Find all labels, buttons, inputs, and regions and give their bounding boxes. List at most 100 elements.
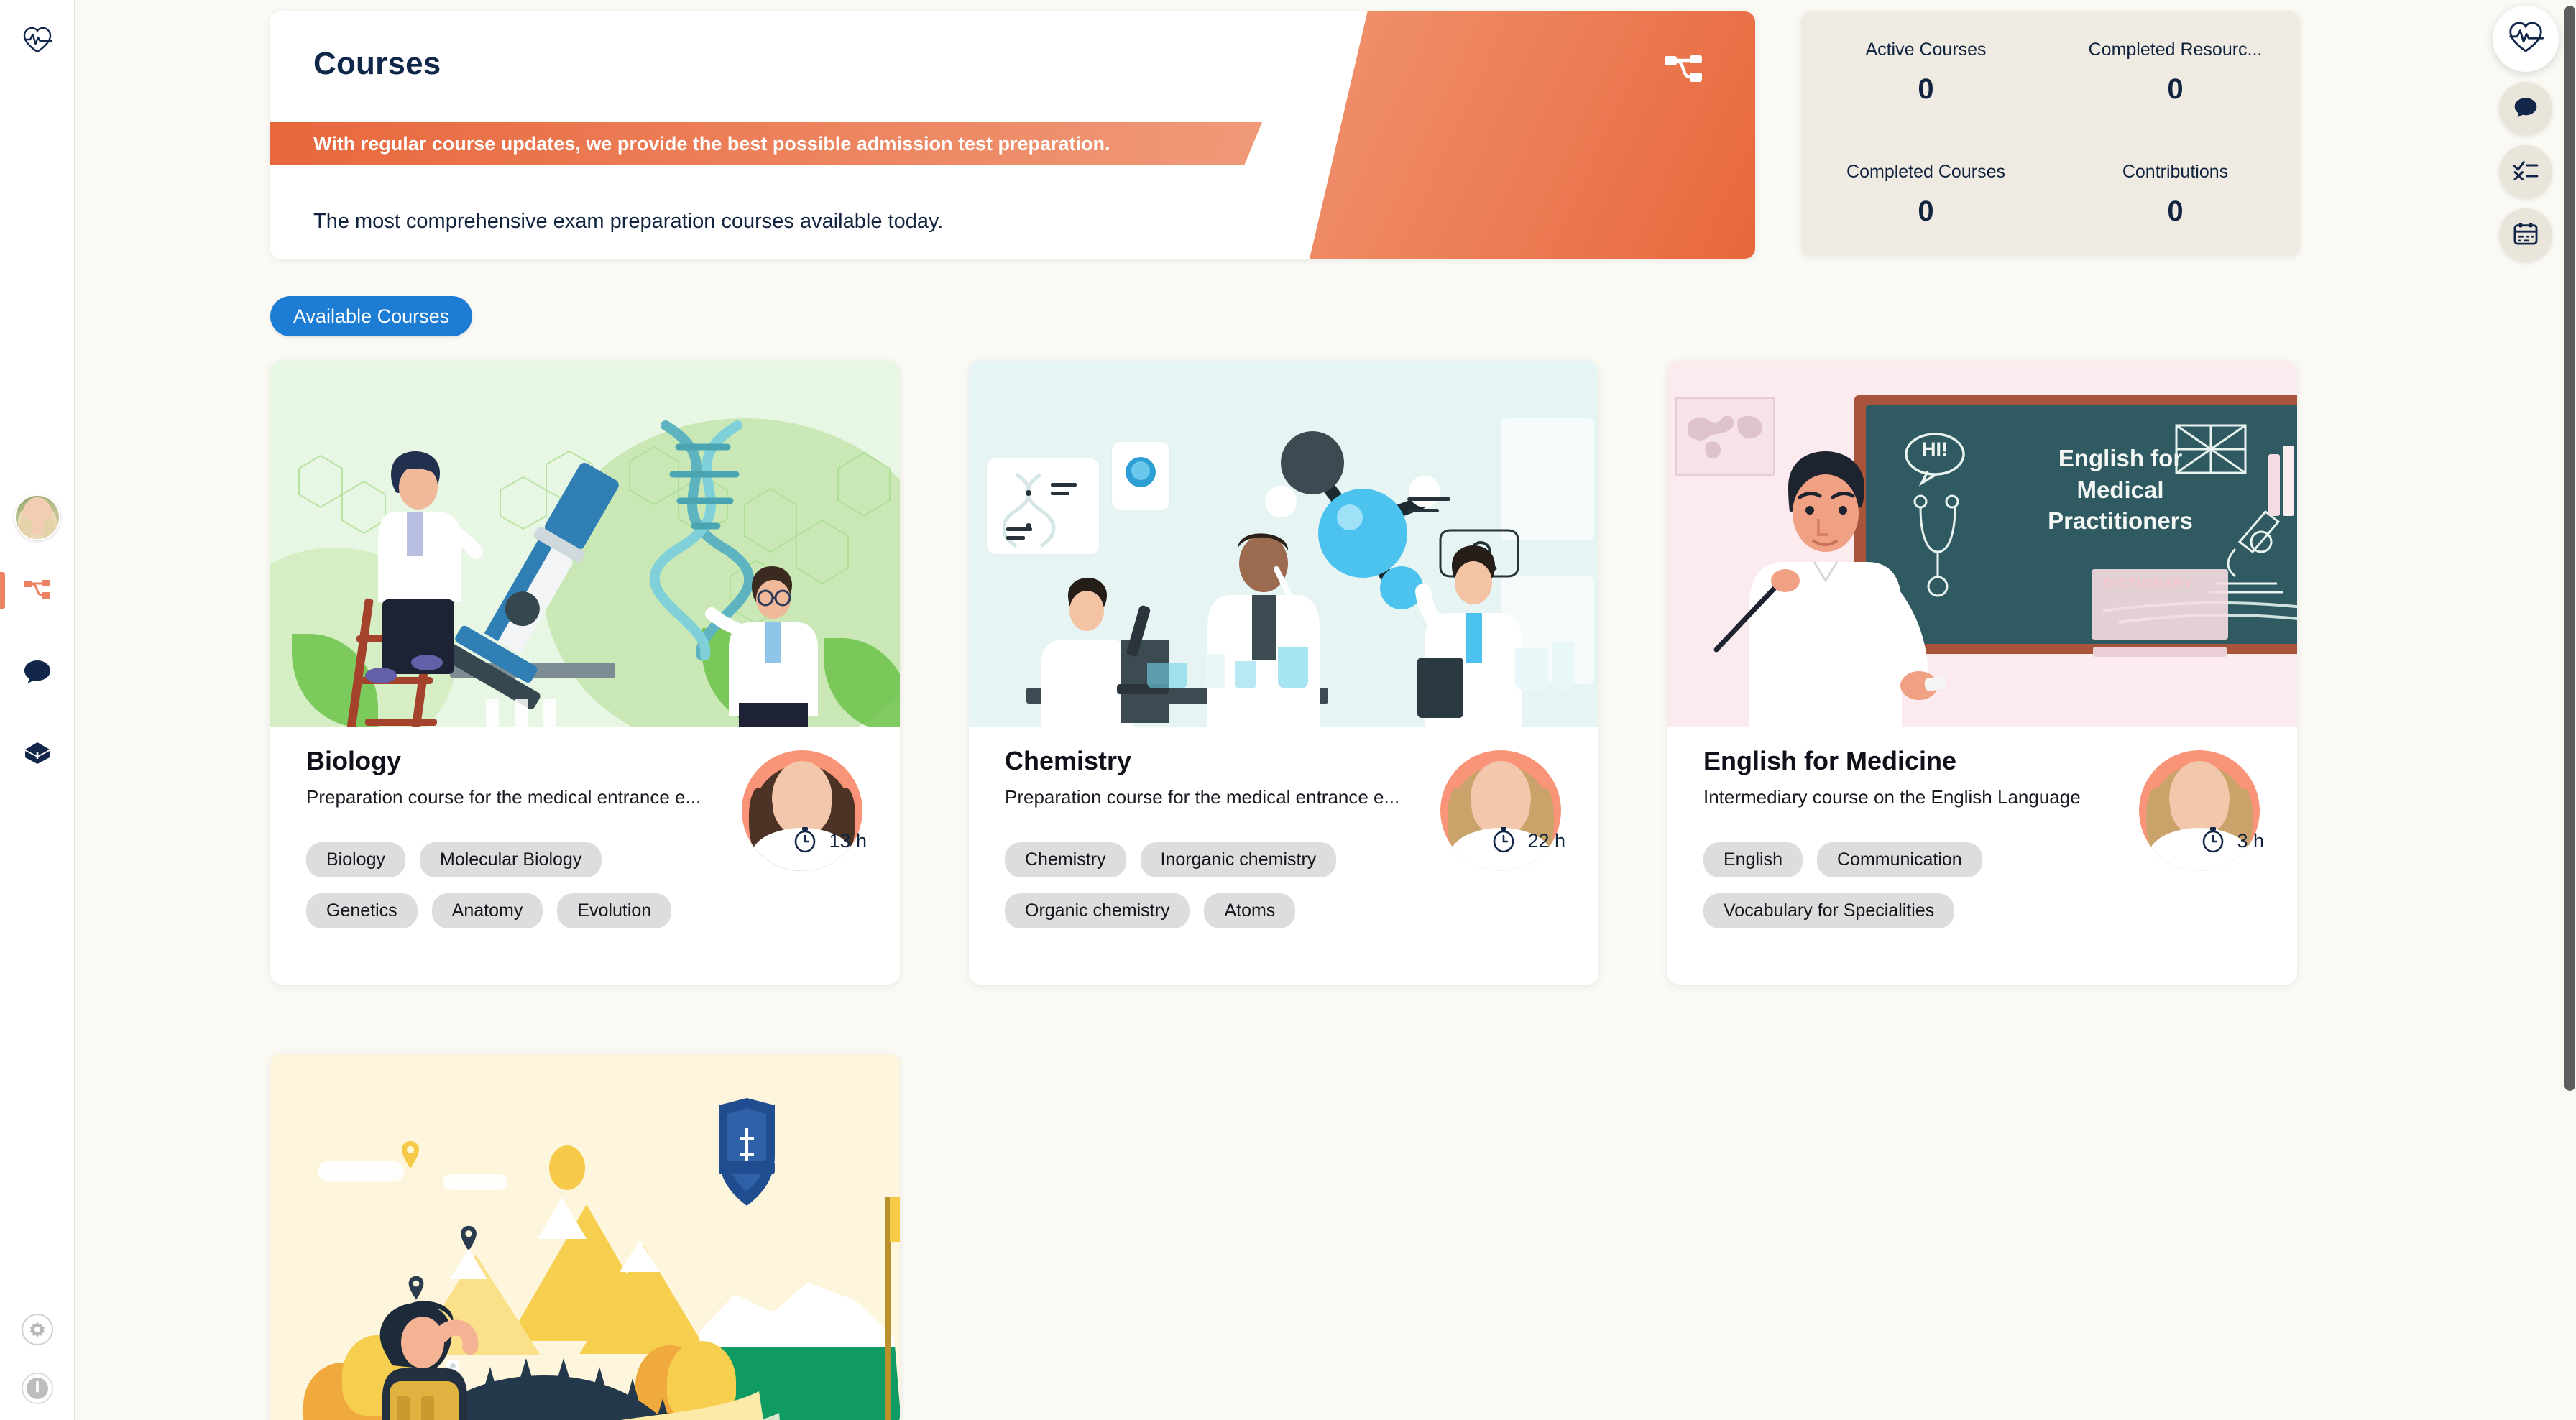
course-duration: 22 h	[1491, 826, 1565, 857]
course-duration: 13 h	[793, 826, 867, 857]
brand-button[interactable]	[2493, 6, 2559, 72]
course-card-biology[interactable]: Biology Preparation course for the medic…	[270, 361, 900, 985]
course-tag[interactable]: Genetics	[306, 893, 418, 928]
course-tag[interactable]: Evolution	[557, 893, 672, 928]
stat-label: Active Courses	[1865, 40, 1987, 60]
course-tags: Biology Molecular Biology Genetics Anato…	[306, 842, 809, 944]
duration-label: 3 h	[2237, 830, 2264, 852]
gear-icon	[21, 1313, 54, 1350]
avatar[interactable]	[14, 494, 60, 540]
stopwatch-icon	[1491, 826, 1516, 857]
power-icon	[21, 1372, 54, 1409]
checklist-icon	[2513, 160, 2539, 185]
left-sidebar	[0, 0, 75, 1420]
stat-completed-courses: Completed Courses 0	[1801, 162, 2051, 228]
course-tags: Chemistry Inorganic chemistry Organic ch…	[1005, 842, 1508, 944]
header-row: Courses With regular course updates, we …	[270, 11, 2369, 259]
course-description: Preparation course for the medical entra…	[306, 786, 702, 808]
course-tag[interactable]: Anatomy	[431, 893, 543, 928]
tag-row: Vocabulary for Specialities	[1703, 893, 2207, 928]
tag-row: Chemistry Inorganic chemistry	[1005, 842, 1508, 877]
stat-completed-resources: Completed Resourc... 0	[2051, 40, 2300, 106]
stat-active-courses: Active Courses 0	[1801, 40, 2051, 106]
calendar-icon	[2513, 222, 2538, 249]
tag-row: English Communication	[1703, 842, 2207, 877]
main-content: Courses With regular course updates, we …	[75, 0, 2497, 1420]
sidebar-item-logout[interactable]	[0, 1368, 75, 1411]
right-toolbar	[2488, 6, 2563, 262]
heart-pulse-icon	[2507, 20, 2544, 58]
tag-row: Organic chemistry Atoms	[1005, 893, 1508, 928]
stopwatch-icon	[2201, 826, 2225, 857]
stat-label: Completed Resourc...	[2088, 40, 2263, 60]
stat-contributions: Contributions 0	[2051, 162, 2300, 228]
avatar-face	[2169, 761, 2230, 836]
box-icon	[23, 740, 52, 770]
sidebar-item-courses[interactable]	[0, 568, 75, 614]
available-courses-button[interactable]: Available Courses	[270, 296, 473, 336]
sidebar-item-resources[interactable]	[0, 732, 75, 778]
course-tag[interactable]: Communication	[1817, 842, 1982, 877]
course-tag[interactable]: Organic chemistry	[1005, 893, 1190, 928]
course-card-english-for-medicine[interactable]: English for Medical Practitioners HI! DI…	[1668, 361, 2297, 985]
stat-label: Contributions	[2122, 162, 2229, 182]
stat-value: 0	[2167, 195, 2184, 227]
chat-bubble-icon	[2513, 96, 2538, 122]
hero-subtitle: The most comprehensive exam preparation …	[313, 210, 944, 233]
avatar-face	[1471, 761, 1531, 836]
stats-card: Active Courses 0 Completed Resourc... 0 …	[1801, 11, 2300, 256]
course-tag[interactable]: Vocabulary for Specialities	[1703, 893, 1955, 928]
course-description: Preparation course for the medical entra…	[1005, 786, 1400, 808]
course-tags: English Communication Vocabulary for Spe…	[1703, 842, 2207, 944]
course-card-body: Chemistry Preparation course for the med…	[969, 727, 1598, 985]
available-courses-label: Available Courses	[293, 305, 450, 327]
hero-accent-shape	[1310, 11, 1755, 259]
tasks-button[interactable]	[2499, 145, 2552, 198]
sidebar-item-messages[interactable]	[0, 650, 75, 696]
duration-label: 22 h	[1527, 830, 1565, 852]
stat-value: 0	[1918, 73, 1934, 105]
stat-value: 0	[1918, 195, 1934, 227]
stat-label: Completed Courses	[1846, 162, 2005, 182]
course-card-partial[interactable]	[270, 1054, 900, 1420]
app-logo[interactable]	[12, 16, 63, 68]
calendar-button[interactable]	[2499, 208, 2552, 262]
course-card-body: Biology Preparation course for the medic…	[270, 727, 900, 985]
bulgaria-hiker-illustration	[270, 1054, 900, 1420]
course-grid: Biology Preparation course for the medic…	[270, 361, 2369, 1420]
scrollbar-track[interactable]	[2563, 0, 2576, 1420]
course-tag[interactable]: Molecular Biology	[420, 842, 602, 877]
heart-pulse-icon	[22, 26, 53, 58]
stat-value: 0	[2167, 73, 2184, 105]
sidebar-item-settings[interactable]	[0, 1309, 75, 1352]
network-share-icon[interactable]	[1663, 50, 1703, 91]
page-title: Courses	[313, 46, 441, 81]
chat-button[interactable]	[2499, 82, 2552, 135]
course-tag[interactable]: English	[1703, 842, 1803, 877]
avatar-hair-right	[43, 517, 55, 539]
hero-banner-band: With regular course updates, we provide …	[270, 122, 1262, 165]
course-tag[interactable]: Inorganic chemistry	[1140, 842, 1337, 877]
stopwatch-icon	[793, 826, 817, 857]
dictionary-label: DICTIONARY	[2103, 576, 2194, 590]
avatar-hair-left	[20, 517, 32, 539]
course-card-chemistry[interactable]: Chemistry Preparation course for the med…	[969, 361, 1598, 985]
tag-row: Genetics Anatomy Evolution	[306, 893, 809, 928]
english-blackboard-illustration: English for Medical Practitioners HI! DI…	[1668, 361, 2297, 727]
chat-bubble-icon	[23, 658, 52, 688]
duration-label: 13 h	[829, 830, 867, 852]
network-share-icon	[23, 576, 52, 606]
hero-banner-text: With regular course updates, we provide …	[313, 132, 1110, 155]
biology-lab-illustration	[270, 361, 900, 727]
course-tag[interactable]: Atoms	[1204, 893, 1296, 928]
course-tag[interactable]: Biology	[306, 842, 405, 877]
hero-card: Courses With regular course updates, we …	[270, 11, 1755, 259]
scrollbar-thumb[interactable]	[2564, 6, 2575, 1091]
avatar-face	[772, 761, 832, 836]
course-duration: 3 h	[2201, 826, 2264, 857]
tag-row: Biology Molecular Biology	[306, 842, 809, 877]
course-tag[interactable]: Chemistry	[1005, 842, 1126, 877]
course-description: Intermediary course on the English Langu…	[1703, 786, 2081, 808]
chemistry-lab-illustration	[969, 361, 1598, 727]
course-card-body: English for Medicine Intermediary course…	[1668, 727, 2297, 985]
